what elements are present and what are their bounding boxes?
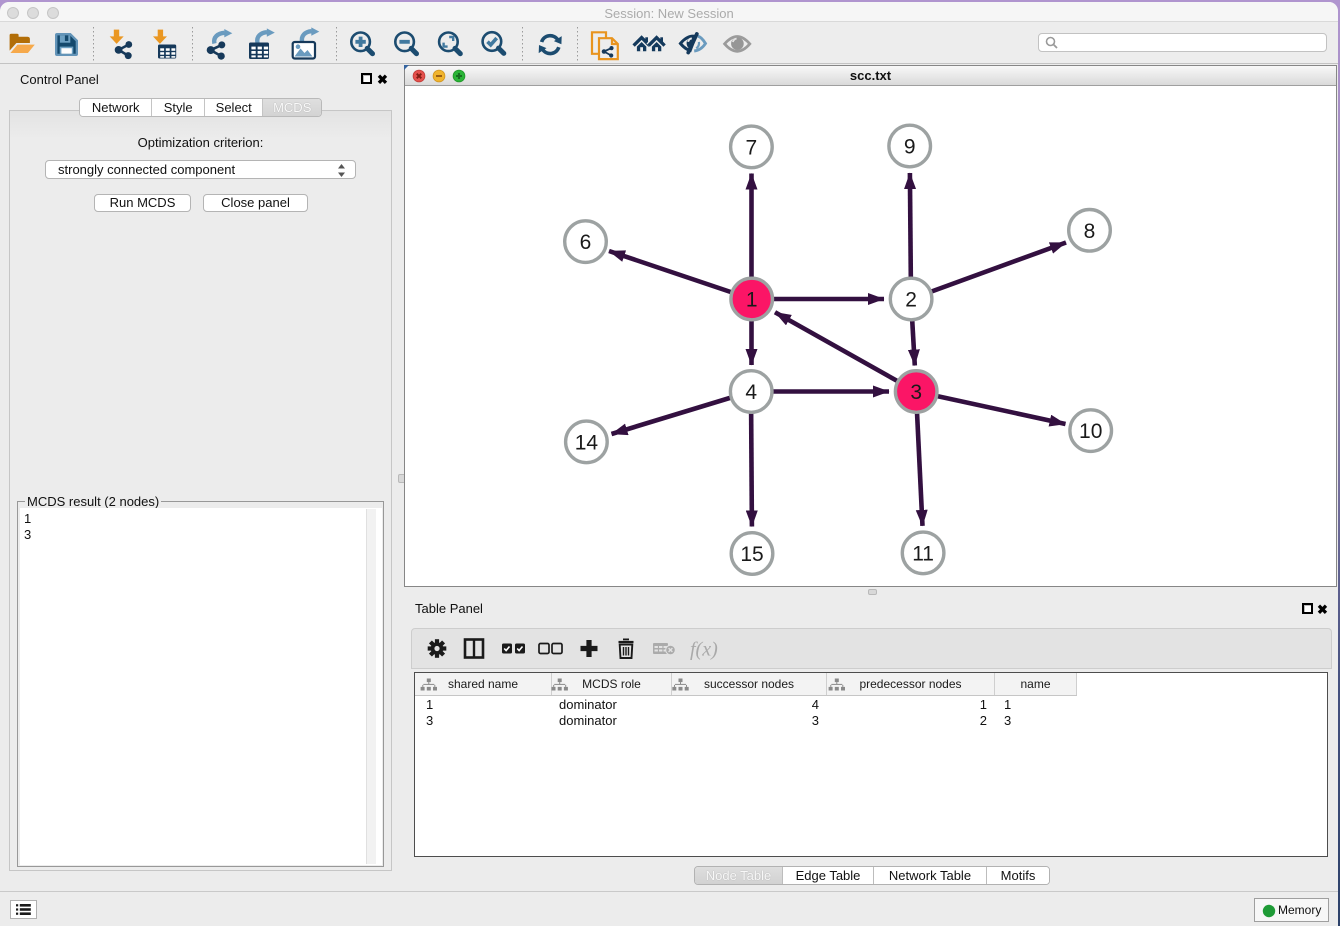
svg-text:1: 1: [746, 289, 758, 312]
svg-text:3: 3: [910, 381, 922, 404]
svg-text:8: 8: [1084, 220, 1096, 243]
svg-text:15: 15: [740, 543, 763, 566]
svg-text:f(x): f(x): [690, 639, 718, 661]
svg-text:14: 14: [575, 431, 599, 454]
svg-text:9: 9: [904, 136, 916, 159]
svg-text:7: 7: [746, 136, 758, 159]
svg-text:6: 6: [580, 231, 592, 254]
svg-text:2: 2: [905, 289, 917, 312]
svg-text:4: 4: [745, 381, 757, 404]
svg-text:10: 10: [1079, 420, 1102, 443]
svg-text:11: 11: [912, 542, 934, 565]
